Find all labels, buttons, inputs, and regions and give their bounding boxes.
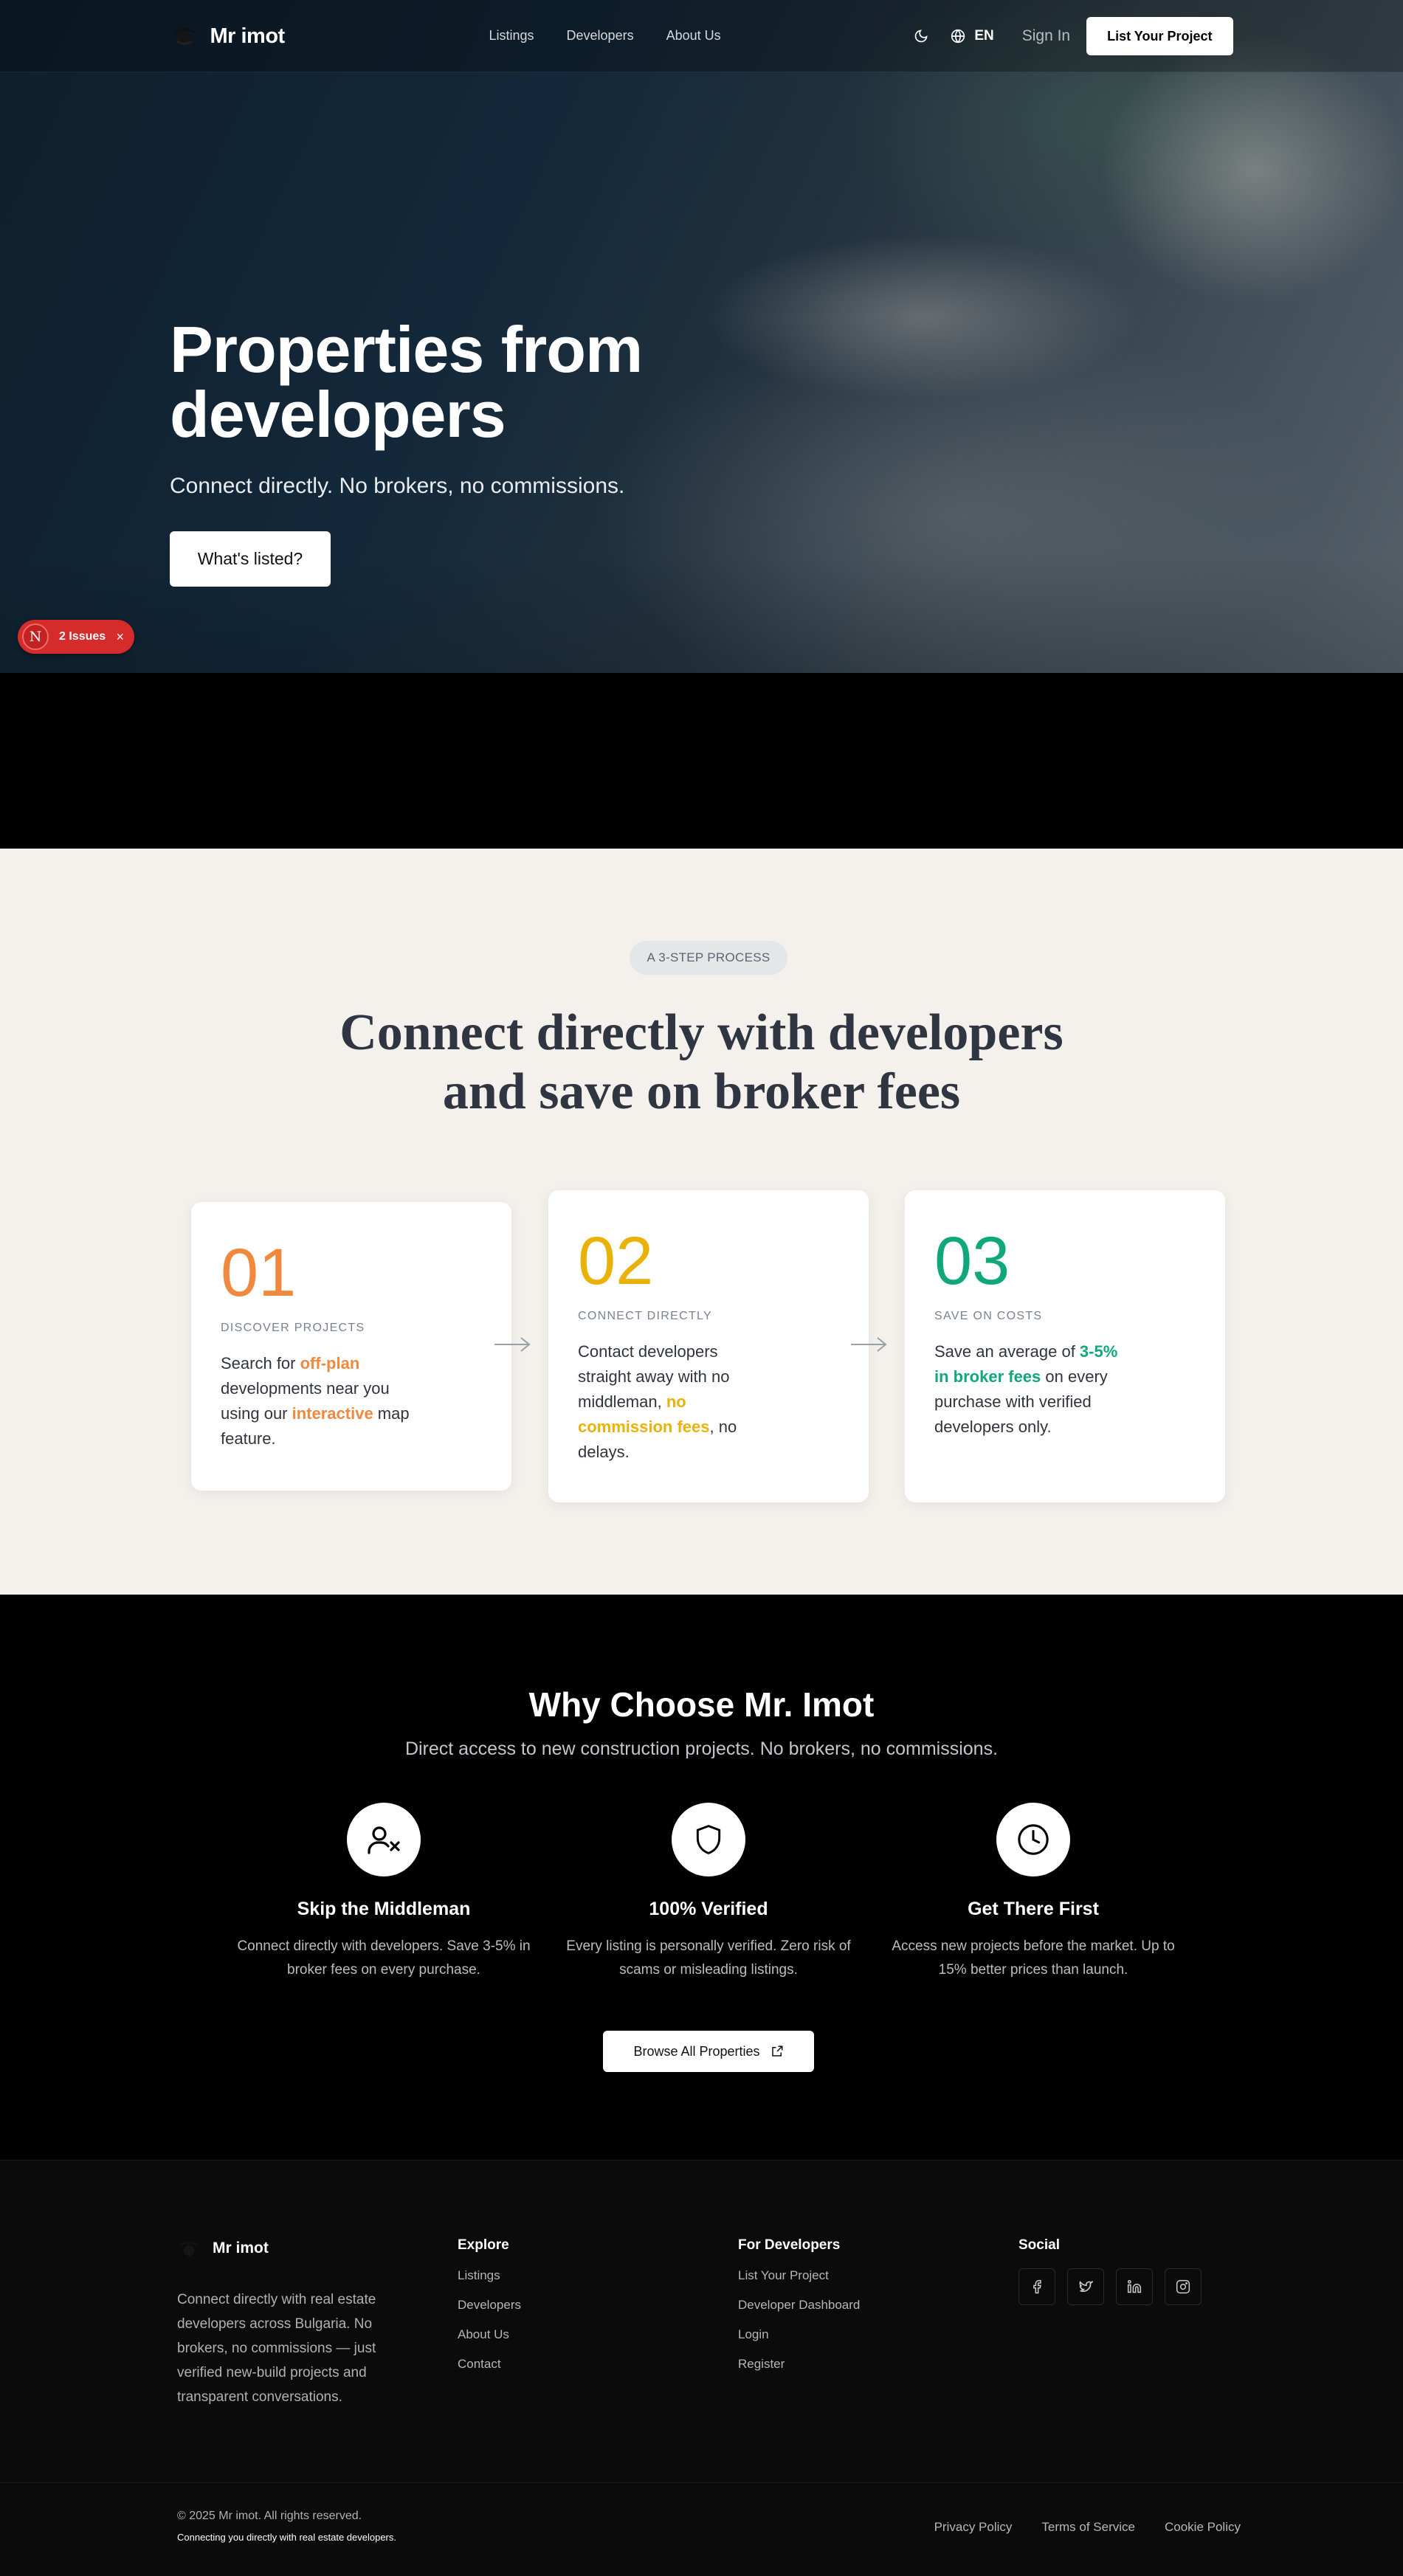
- footer-tagline: Connecting you directly with real estate…: [177, 2532, 396, 2543]
- brand-mark-icon: [179, 2242, 199, 2256]
- step-description: Save an average of 3-5% in broker fees o…: [934, 1339, 1126, 1440]
- brand-name: Mr imot: [210, 24, 286, 48]
- step-highlight: off-plan: [300, 1354, 360, 1372]
- footer-link-listings[interactable]: Listings: [458, 2268, 521, 2283]
- feature-get-first: Get There First Access new projects befo…: [886, 1803, 1181, 1982]
- top-navbar: Mr imot Listings Developers About Us EN …: [0, 0, 1403, 72]
- step-caption: SAVE ON COSTS: [934, 1310, 1043, 1322]
- hero-subtitle: Connect directly. No brokers, no commiss…: [170, 474, 625, 498]
- feature-title: Get There First: [968, 1899, 1099, 1919]
- main-nav: Listings Developers About Us: [489, 28, 721, 44]
- close-icon[interactable]: ×: [116, 629, 124, 645]
- step-caption: DISCOVER PROJECTS: [221, 1322, 365, 1334]
- clock-icon: [996, 1803, 1070, 1876]
- footer-brand-name: Mr imot: [213, 2240, 269, 2256]
- brand-logo[interactable]: Mr imot: [170, 22, 285, 50]
- feature-description: Access new projects before the market. U…: [892, 1938, 1175, 1978]
- footer-brand[interactable]: Mr imot: [177, 2237, 269, 2260]
- footer-heading: Social: [1018, 2237, 1060, 2253]
- issues-count: 2 Issues: [59, 630, 106, 643]
- dev-issues-badge[interactable]: N 2 Issues ×: [18, 620, 134, 654]
- brand-mark-icon: [173, 28, 196, 46]
- shield-icon: [672, 1803, 745, 1876]
- site-footer: Mr imot Connect directly with real estat…: [0, 2160, 1403, 2576]
- external-link-icon: [771, 2045, 783, 2057]
- globe-icon: [951, 29, 965, 44]
- facebook-icon[interactable]: [1018, 2268, 1055, 2305]
- footer-link-dashboard[interactable]: Developer Dashboard: [738, 2298, 860, 2313]
- step-caption: CONNECT DIRECTLY: [578, 1310, 713, 1322]
- process-title-line1: Connect directly with developers: [339, 1004, 1064, 1061]
- linkedin-icon[interactable]: [1116, 2268, 1153, 2305]
- footer-social: Social: [1018, 2237, 1202, 2305]
- footer-heading: Explore: [458, 2237, 509, 2253]
- hero-section: Mr imot Listings Developers About Us EN …: [0, 0, 1403, 673]
- step-number: 03: [934, 1223, 1010, 1299]
- process-title: Connect directly with developers and sav…: [0, 1004, 1403, 1122]
- footer-link-list-project[interactable]: List Your Project: [738, 2268, 860, 2283]
- footer-for-developers: For Developers List Your Project Develop…: [738, 2237, 860, 2386]
- step-number: 01: [221, 1235, 297, 1311]
- language-code: EN: [974, 28, 994, 44]
- process-title-line2: and save on broker fees: [442, 1063, 961, 1120]
- feature-description: Connect directly with developers. Save 3…: [237, 1938, 531, 1978]
- nav-link-about[interactable]: About Us: [666, 28, 721, 44]
- list-project-button[interactable]: List Your Project: [1086, 17, 1233, 55]
- footer-bottom-bar: © 2025 Mr imot. All rights reserved. Con…: [0, 2482, 1403, 2543]
- feature-verified: 100% Verified Every listing is personall…: [561, 1803, 856, 1982]
- process-section: A 3-STEP PROCESS Connect directly with d…: [0, 849, 1403, 1595]
- feature-description: Every listing is personally verified. Ze…: [566, 1938, 851, 1978]
- hero-content: Properties from developers Connect direc…: [170, 317, 731, 587]
- whats-listed-button[interactable]: What's listed?: [170, 531, 331, 587]
- step-highlight: interactive: [292, 1404, 373, 1423]
- step-description: Search for off-plan developments near yo…: [221, 1351, 413, 1451]
- arrow-right-icon: [494, 1337, 531, 1352]
- hero-title: Properties from developers: [170, 313, 643, 451]
- step-card-3: 03 SAVE ON COSTS Save an average of 3-5%…: [905, 1190, 1225, 1502]
- feature-skip-middleman: Skip the Middleman Connect directly with…: [236, 1803, 531, 1982]
- step-number: 02: [578, 1223, 654, 1299]
- twitter-icon[interactable]: [1067, 2268, 1104, 2305]
- footer-explore: Explore Listings Developers About Us Con…: [458, 2237, 521, 2386]
- footer-link-developers[interactable]: Developers: [458, 2298, 521, 2313]
- moon-icon: [915, 30, 928, 43]
- arrow-right-icon: [851, 1337, 887, 1352]
- theme-toggle-button[interactable]: [906, 21, 936, 51]
- browse-all-label: Browse All Properties: [633, 2043, 760, 2059]
- step-card-1: 01 DISCOVER PROJECTS Search for off-plan…: [191, 1202, 511, 1491]
- footer-about: Connect directly with real estate develo…: [177, 2292, 376, 2405]
- spacer-band: [0, 673, 1403, 849]
- signin-link[interactable]: Sign In: [1022, 27, 1070, 45]
- step-text: Contact developers straight away with no…: [578, 1342, 730, 1411]
- footer-link-login[interactable]: Login: [738, 2327, 860, 2342]
- nav-link-developers[interactable]: Developers: [567, 28, 634, 44]
- nav-link-listings[interactable]: Listings: [489, 28, 534, 44]
- copyright-text: © 2025 Mr imot. All rights reserved.: [177, 2510, 362, 2522]
- why-title: Why Choose Mr. Imot: [528, 1685, 875, 1724]
- step-description: Contact developers straight away with no…: [578, 1339, 770, 1465]
- footer-link-contact[interactable]: Contact: [458, 2357, 521, 2372]
- terms-of-service-link[interactable]: Terms of Service: [1041, 2520, 1135, 2535]
- browse-all-button[interactable]: Browse All Properties: [603, 2031, 814, 2072]
- footer-link-register[interactable]: Register: [738, 2357, 860, 2372]
- why-section: Why Choose Mr. Imot Direct access to new…: [0, 1595, 1403, 2160]
- footer-heading: For Developers: [738, 2237, 841, 2253]
- feature-title: 100% Verified: [649, 1899, 768, 1919]
- cookie-policy-link[interactable]: Cookie Policy: [1165, 2520, 1241, 2535]
- language-switcher[interactable]: EN: [951, 28, 994, 44]
- footer-link-about[interactable]: About Us: [458, 2327, 521, 2342]
- user-x-icon: [347, 1803, 421, 1876]
- nextjs-logo-icon: N: [22, 624, 49, 650]
- why-subtitle: Direct access to new construction projec…: [404, 1738, 999, 1759]
- step-card-2: 02 CONNECT DIRECTLY Contact developers s…: [548, 1190, 869, 1502]
- instagram-icon[interactable]: [1165, 2268, 1202, 2305]
- legal-links: Privacy Policy Terms of Service Cookie P…: [934, 2520, 1241, 2535]
- step-text: Save an average of: [934, 1342, 1080, 1361]
- feature-title: Skip the Middleman: [297, 1899, 471, 1919]
- step-text: Search for: [221, 1354, 300, 1372]
- section-pill: A 3-STEP PROCESS: [630, 941, 787, 975]
- privacy-policy-link[interactable]: Privacy Policy: [934, 2520, 1013, 2535]
